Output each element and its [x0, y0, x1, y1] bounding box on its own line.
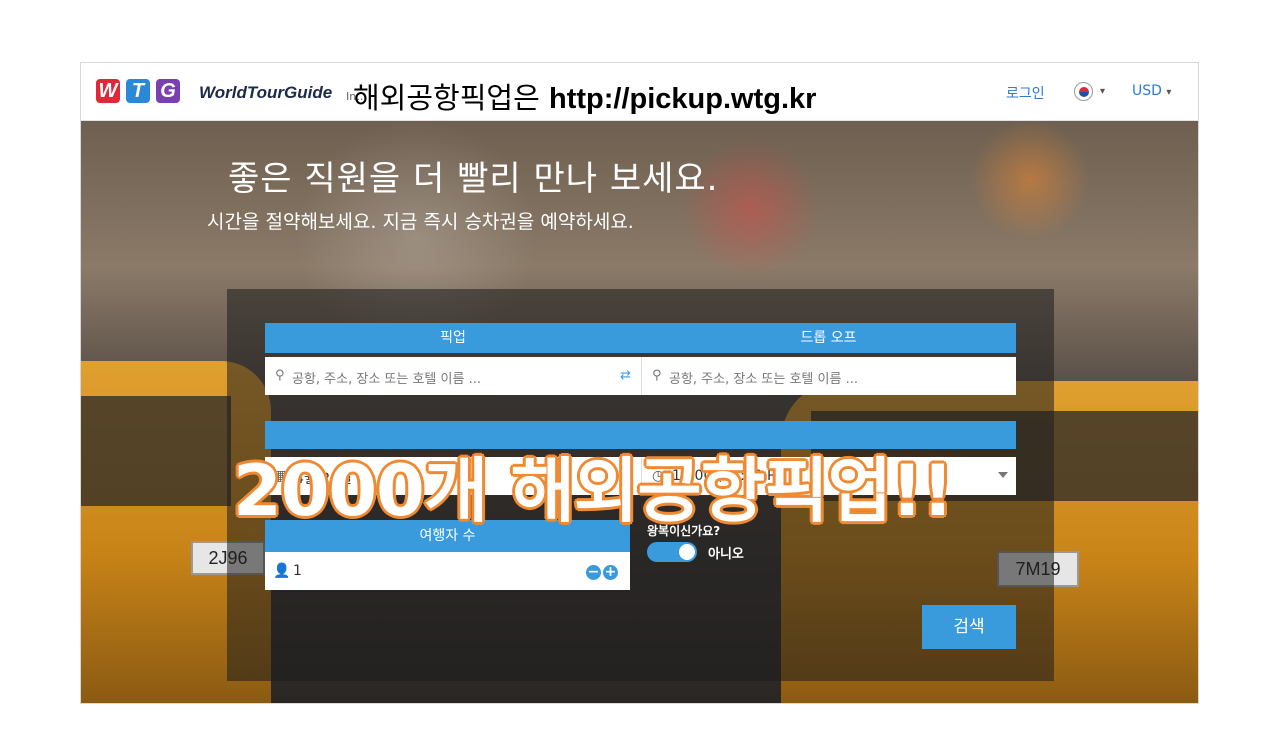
person-icon: 👤 — [273, 563, 291, 579]
language-chevron-down-icon[interactable]: ▾ — [1100, 86, 1105, 97]
currency-selector[interactable]: USD ▾ — [1132, 83, 1171, 99]
korea-flag-icon[interactable] — [1074, 82, 1093, 101]
passengers-value: 1 — [293, 563, 302, 579]
pickup-header: 픽업 — [265, 323, 641, 353]
overlay-caption-prefix: 해외공항픽업은 — [353, 81, 540, 115]
swap-icon[interactable]: ⇄ — [620, 368, 631, 383]
logo-t-tile[interactable]: T — [126, 79, 150, 103]
pickup-placeholder: 공항, 주소, 장소 또는 호텔 이름 ... — [292, 372, 481, 387]
time-chevron-down-icon — [998, 472, 1008, 478]
logo-w-tile[interactable]: W — [96, 79, 120, 103]
passengers-input[interactable]: 👤 1 — [265, 552, 630, 590]
overlay-caption: 해외공항픽업은 http://pickup.wtg.kr — [353, 75, 816, 117]
dropoff-placeholder: 공항, 주소, 장소 또는 호텔 이름 ... — [669, 372, 858, 387]
hero-subtitle: 시간을 절약해보세요. 지금 즉시 승차권을 예약하세요. — [207, 211, 634, 233]
currency-chevron-down-icon: ▾ — [1166, 87, 1172, 98]
dropoff-header: 드롭 오프 — [641, 323, 1016, 353]
browser-frame: W T G WorldTourGuide In… 해외공항픽업은 http://… — [80, 62, 1199, 704]
top-navigation-bar: W T G WorldTourGuide In… 해외공항픽업은 http://… — [81, 63, 1198, 121]
overlay-caption-url: http://pickup.wtg.kr — [548, 83, 817, 115]
round-trip-value: 아니오 — [708, 547, 744, 562]
round-trip-toggle[interactable] — [647, 542, 697, 562]
left-taxi-window — [81, 396, 231, 506]
currency-label: USD — [1132, 83, 1162, 99]
brand-name[interactable]: WorldTourGuide — [199, 83, 332, 103]
pickup-input[interactable]: ⚲ 공항, 주소, 장소 또는 호텔 이름 ... ⇄ — [265, 357, 641, 395]
logo-g-tile[interactable]: G — [156, 79, 180, 103]
search-button[interactable]: 검색 — [922, 605, 1016, 649]
dropoff-input[interactable]: ⚲ 공항, 주소, 장소 또는 호텔 이름 ... — [641, 357, 1016, 395]
hero-title: 좋은 직원을 더 빨리 만나 보세요. — [228, 159, 719, 199]
overlay-banner: 2000개 해외공항픽업!! — [233, 450, 954, 532]
decrease-passengers-button[interactable]: − — [586, 565, 601, 580]
map-pin-icon: ⚲ — [652, 368, 662, 383]
map-pin-icon: ⚲ — [275, 368, 285, 383]
hero-section: 2J96 7M19 좋은 직원을 더 빨리 만나 보세요. 시간을 절약해보세요… — [81, 121, 1198, 703]
increase-passengers-button[interactable]: + — [603, 565, 618, 580]
login-link[interactable]: 로그인 — [1006, 83, 1045, 103]
